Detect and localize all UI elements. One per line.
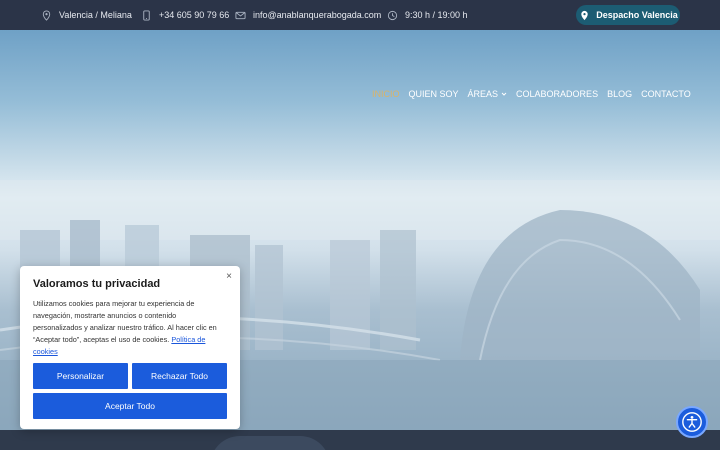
email-info[interactable]: info@anablanquerabogada.com [234, 0, 381, 30]
office-location-button[interactable]: Despacho Valencia [576, 5, 680, 25]
customize-button[interactable]: Personalizar [33, 363, 128, 389]
nav-item-blog[interactable]: BLOG [607, 86, 632, 102]
cookie-title: Valoramos tu privacidad [33, 278, 161, 290]
location-text: Valencia / Meliana [59, 10, 132, 20]
location-pin-icon [40, 9, 52, 21]
chevron-down-icon [501, 92, 507, 96]
nav-item-colaboradores[interactable]: COLABORADORES [516, 86, 598, 102]
main-navigation: INICIO QUIEN SOY ÁREAS COLABORADORES BLO… [372, 86, 691, 102]
nav-item-areas[interactable]: ÁREAS [468, 86, 508, 102]
accept-all-button[interactable]: Aceptar Todo [33, 393, 227, 419]
clock-icon [386, 9, 398, 21]
nav-item-quien-soy[interactable]: QUIEN SOY [409, 86, 459, 102]
phone-text[interactable]: +34 605 90 79 66 [159, 10, 229, 20]
phone-icon [140, 9, 152, 21]
location-pin-icon [578, 9, 590, 21]
close-icon[interactable]: × [226, 271, 232, 282]
nav-item-inicio[interactable]: INICIO [372, 86, 400, 102]
mail-icon [234, 9, 246, 21]
accessibility-button[interactable] [676, 406, 708, 438]
cookie-body: Utilizamos cookies para mejorar tu exper… [33, 298, 227, 358]
cookie-button-row: Personalizar Rechazar Todo [33, 363, 227, 389]
top-bar: Valencia / Meliana +34 605 90 79 66 info… [0, 0, 720, 30]
hours-text: 9:30 h / 19:00 h [405, 10, 468, 20]
cookie-consent-dialog: × Valoramos tu privacidad Utilizamos coo… [20, 266, 240, 429]
reject-all-button[interactable]: Rechazar Todo [132, 363, 227, 389]
accessibility-icon [682, 412, 702, 432]
bottom-decoration [210, 436, 330, 450]
nav-item-contacto[interactable]: CONTACTO [641, 86, 691, 102]
phone-info[interactable]: +34 605 90 79 66 [140, 0, 229, 30]
nav-item-areas-label: ÁREAS [467, 89, 499, 99]
location-info: Valencia / Meliana [40, 0, 132, 30]
office-location-label: Despacho Valencia [596, 10, 678, 20]
email-text[interactable]: info@anablanquerabogada.com [253, 10, 381, 20]
bottom-section [0, 430, 720, 450]
hours-info: 9:30 h / 19:00 h [386, 0, 468, 30]
